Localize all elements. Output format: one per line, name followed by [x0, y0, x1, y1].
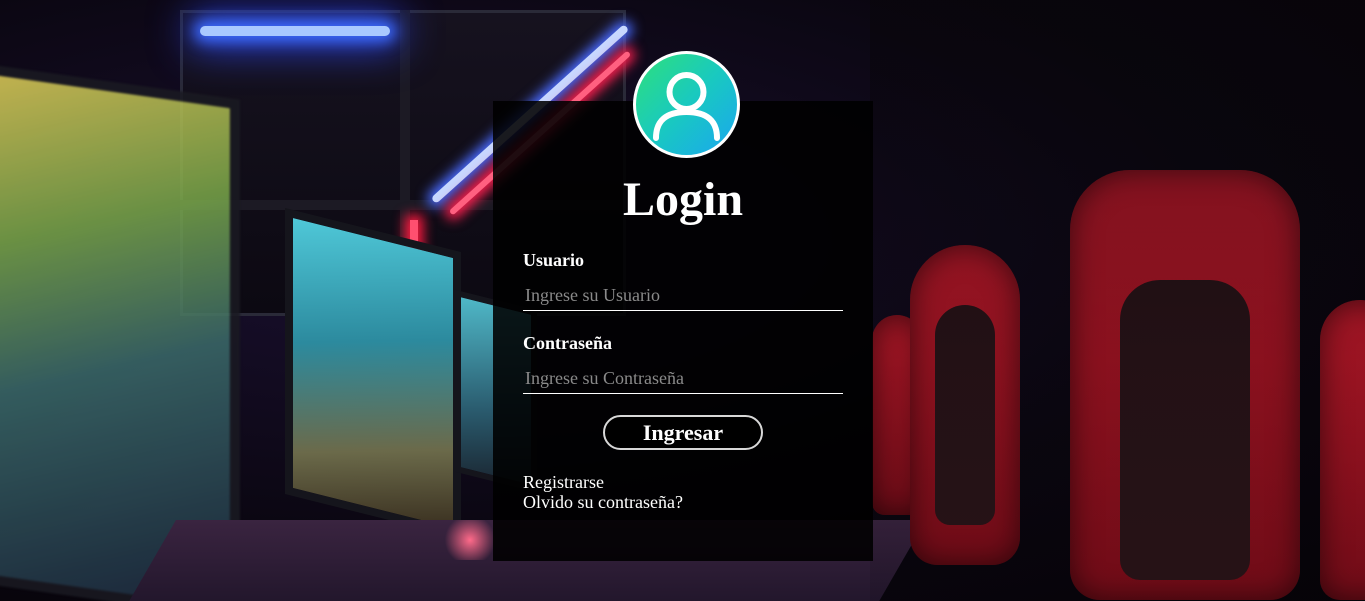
background-monitor [285, 208, 461, 538]
username-input[interactable] [523, 281, 843, 311]
register-link[interactable]: Registrarse [523, 472, 604, 492]
background-neon-light [200, 26, 390, 36]
page-title: Login [622, 173, 744, 226]
user-avatar-graphic [653, 72, 720, 141]
password-label: Contraseña [523, 333, 612, 353]
user-icon [633, 51, 740, 158]
login-submit-button[interactable]: Ingresar [603, 415, 763, 450]
forgot-password-link[interactable]: Olvido su contraseña? [523, 492, 683, 512]
background-desk-glow [440, 520, 500, 560]
background-shade [870, 0, 1365, 601]
username-label: Usuario [523, 250, 585, 270]
password-input[interactable] [523, 364, 843, 394]
